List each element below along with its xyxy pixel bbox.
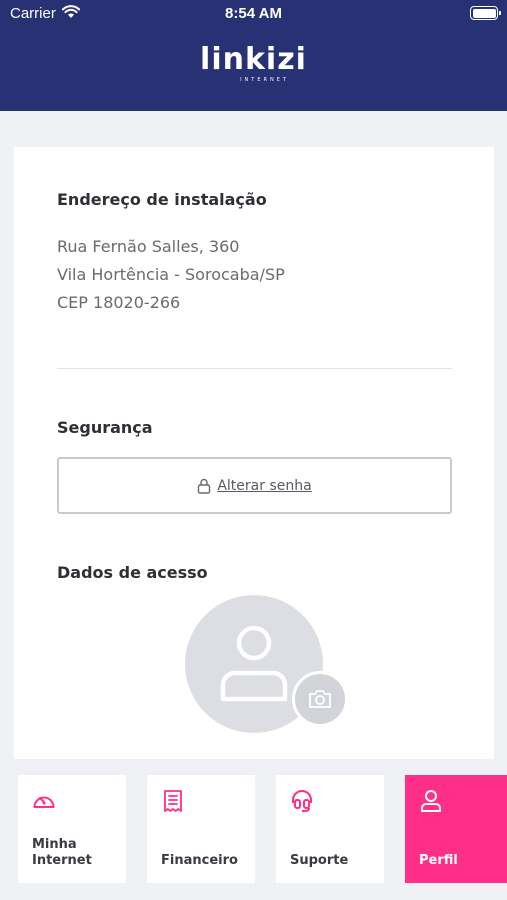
nav-item-minha-internet[interactable]: Minha Internet [18,775,126,883]
address-district: Vila Hortência - Sorocaba/SP [57,265,285,284]
status-bar: Carrier 8:54 AM [0,0,507,28]
change-password-label: Alterar senha [217,477,312,494]
nav-label-minha-internet: Minha Internet [32,837,92,869]
nav-label-line1: Minha [32,837,77,852]
section-divider [57,368,452,369]
address-zip: CEP 18020-266 [57,293,181,312]
address-title: Endereço de instalação [57,190,267,209]
speedometer-icon [33,796,55,808]
nav-item-financeiro[interactable]: Financeiro [147,775,255,883]
address-street: Rua Fernão Salles, 360 [57,237,240,256]
logo-tagline: INTERNET [240,77,289,83]
change-photo-button[interactable] [292,671,348,727]
nav-item-suporte[interactable]: Suporte [276,775,384,883]
bottom-navigation: Minha Internet Financeiro Suporte Perfil [0,770,507,900]
nav-label-financeiro: Financeiro [161,853,238,868]
brand-logo: linkizi INTERNET [0,42,507,84]
change-password-button[interactable]: Alterar senha [57,457,452,514]
nav-label-line2: Internet [32,853,92,868]
clock: 8:54 AM [225,5,282,22]
nav-item-perfil[interactable]: Perfil [405,775,507,883]
user-silhouette-icon [220,625,288,702]
receipt-icon [164,790,182,812]
user-icon [421,790,441,812]
camera-icon [309,690,331,708]
lock-icon [198,478,211,494]
nav-label-suporte: Suporte [290,853,349,868]
app-header: Carrier 8:54 AM linkizi INTERNET [0,0,507,111]
nav-label-perfil: Perfil [419,853,458,868]
headset-icon [292,790,312,812]
security-title: Segurança [57,418,153,437]
profile-card: Endereço de instalação Rua Fernão Salles… [14,147,494,759]
access-title: Dados de acesso [57,563,208,582]
battery-icon [470,6,501,20]
logo-wordmark: linkizi [200,42,307,77]
